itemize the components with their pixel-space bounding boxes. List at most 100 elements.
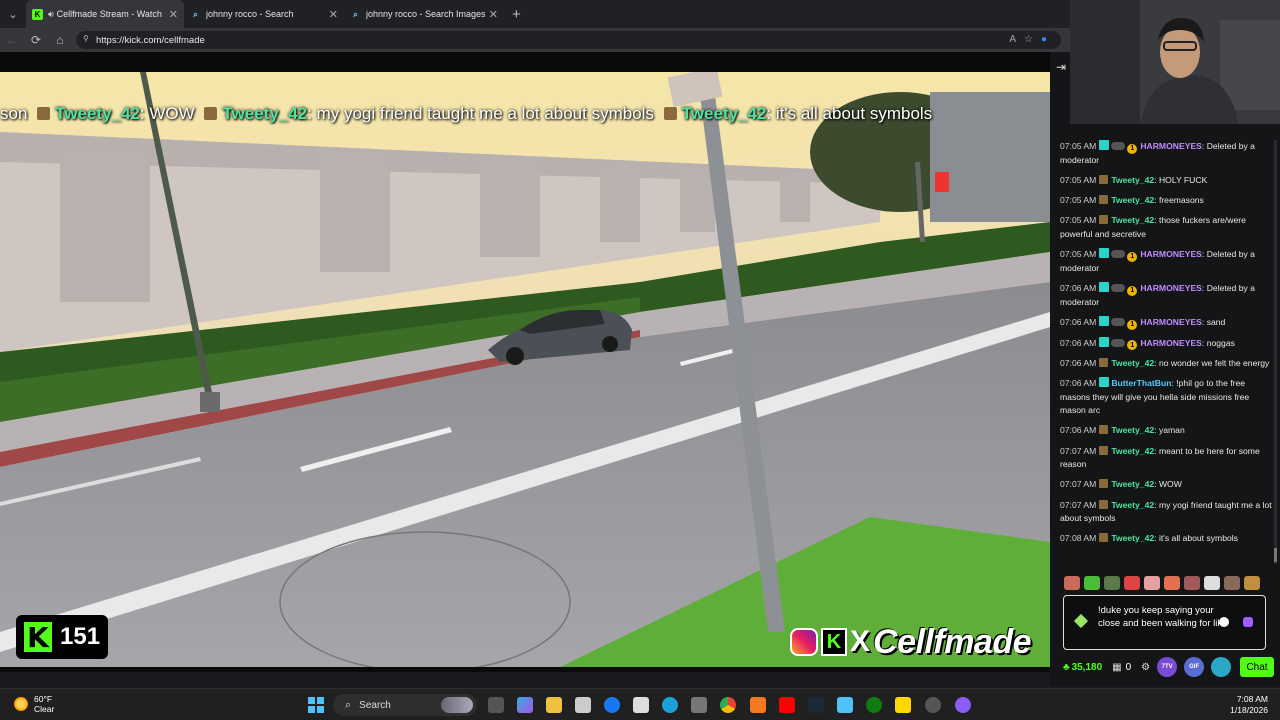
- chat-message: 07:07 AM Tweety_42: meant to be here for …: [1060, 445, 1260, 470]
- chrome-icon[interactable]: [720, 697, 736, 713]
- message-username[interactable]: Tweety_42: [1111, 195, 1154, 205]
- message-time: 07:05 AM: [1060, 215, 1097, 226]
- chat-scrollbar-thumb[interactable]: [1274, 548, 1277, 562]
- message-username[interactable]: Tweety_42: [1111, 358, 1154, 368]
- obs-icon[interactable]: [925, 697, 941, 713]
- emote-icon[interactable]: [1184, 576, 1200, 590]
- emote-icon[interactable]: [1064, 576, 1080, 590]
- close-tab-icon[interactable]: ✕: [329, 8, 338, 21]
- message-username[interactable]: Tweety_42: [1111, 500, 1154, 510]
- ticker-text: WOW: [149, 104, 195, 123]
- gifter-badge-icon: [1111, 284, 1126, 293]
- taskbar-search[interactable]: ⌕ Search: [333, 694, 477, 716]
- store-icon[interactable]: [575, 697, 591, 713]
- message-time: 07:05 AM: [1060, 195, 1097, 206]
- steam-icon[interactable]: [808, 697, 824, 713]
- message-time: 07:06 AM: [1060, 317, 1097, 328]
- emote-icon[interactable]: [1164, 576, 1180, 590]
- chat-message: 07:06 AM ButterThatBun: !phil go to the f…: [1060, 377, 1250, 416]
- edge-browser-icon[interactable]: [662, 697, 678, 713]
- tab-title: johnny rocco - Search Images: [366, 9, 485, 19]
- emote-quick-bar: [1064, 574, 1268, 592]
- message-username[interactable]: Tweety_42: [1111, 425, 1154, 435]
- message-text: freemasons: [1158, 195, 1204, 206]
- file-explorer-icon[interactable]: [546, 697, 562, 713]
- system-clock[interactable]: 7:08 AM 1/18/2026: [1230, 694, 1268, 716]
- message-username[interactable]: Tweety_42: [1111, 175, 1154, 185]
- chat-input[interactable]: !duke you keep saying your close and bee…: [1098, 604, 1228, 646]
- tab-search-menu-icon[interactable]: ⌄: [0, 0, 26, 28]
- chat-send-button[interactable]: Chat: [1240, 657, 1274, 677]
- emote-icon[interactable]: [1144, 576, 1160, 590]
- extension-emote-icon[interactable]: [1243, 617, 1253, 627]
- cube-badge-icon: [1099, 425, 1109, 435]
- amazon-icon[interactable]: [633, 697, 649, 713]
- channel-points[interactable]: ♣ 35,180: [1063, 662, 1102, 673]
- extension-icon[interactable]: ●: [1041, 34, 1047, 45]
- app-icon[interactable]: [837, 697, 853, 713]
- gif-icon[interactable]: GIF: [1184, 657, 1205, 677]
- message-username[interactable]: Tweety_42: [1111, 446, 1154, 456]
- windows-start-icon[interactable]: [308, 697, 324, 713]
- calculator-icon[interactable]: [691, 697, 707, 713]
- site-info-icon[interactable]: ⚲: [83, 34, 89, 43]
- settings-gear-icon[interactable]: ⚙: [1141, 662, 1150, 673]
- message-username[interactable]: HARMONEYES: [1140, 141, 1202, 151]
- chat-scrollbar[interactable]: [1274, 140, 1277, 564]
- message-username[interactable]: ButterThatBun: [1111, 378, 1171, 388]
- tab-johnny-rocco-images[interactable]: ⌕ johnny rocco - Search Images ✕: [344, 0, 504, 28]
- first-badge-icon: 1: [1127, 251, 1138, 262]
- close-tab-icon[interactable]: ✕: [169, 8, 178, 21]
- emoji-picker-icon[interactable]: [1219, 617, 1229, 627]
- refresh-icon[interactable]: ⟳: [24, 28, 48, 52]
- message-username[interactable]: HARMONEYES: [1140, 249, 1202, 259]
- emote-icon[interactable]: [1104, 576, 1120, 590]
- new-tab-icon[interactable]: +: [512, 6, 521, 23]
- close-tab-icon[interactable]: ✕: [489, 8, 498, 21]
- weather-widget[interactable]: 60°F Clear: [14, 694, 54, 714]
- message-username[interactable]: HARMONEYES: [1140, 283, 1202, 293]
- tab-cellfmade-stream[interactable]: K 🔊︎ Cellfmade Stream - Watch Li ✕: [26, 0, 184, 28]
- message-username[interactable]: HARMONEYES: [1140, 338, 1202, 348]
- vlc-icon[interactable]: [750, 697, 766, 713]
- message-username[interactable]: Tweety_42: [1111, 479, 1154, 489]
- subscriber-badge-icon: [1099, 336, 1110, 347]
- cube-badge-icon: [1099, 533, 1109, 543]
- cube-badge-icon: [1099, 445, 1109, 455]
- instagram-icon: [790, 628, 818, 656]
- copilot-icon[interactable]: [517, 697, 533, 713]
- message-text: WOW: [1158, 479, 1182, 490]
- task-view-icon[interactable]: [488, 697, 504, 713]
- chat-input-box[interactable]: !duke you keep saying your close and bee…: [1063, 595, 1266, 650]
- message-username[interactable]: HARMONEYES: [1140, 317, 1202, 327]
- 7tv-icon[interactable]: 7TV: [1157, 657, 1178, 677]
- gift-icon[interactable]: ▦: [1112, 662, 1121, 673]
- gifter-badge-icon: [1111, 338, 1126, 347]
- speaker-icon[interactable]: 🔊︎: [48, 9, 54, 20]
- app-icon[interactable]: [955, 697, 971, 713]
- tab-johnny-rocco-search[interactable]: ⌕ johnny rocco - Search ✕: [184, 0, 344, 28]
- message-time: 07:06 AM: [1060, 357, 1097, 368]
- read-aloud-icon[interactable]: A: [1009, 34, 1016, 45]
- xbox-icon[interactable]: [866, 697, 882, 713]
- emote-icon[interactable]: [1224, 576, 1240, 590]
- gifter-badge-icon: [1111, 142, 1126, 150]
- youtube-icon[interactable]: [779, 697, 795, 713]
- collapse-chat-icon[interactable]: ⇥: [1056, 60, 1066, 74]
- url-field[interactable]: ⚲ https://kick.com/cellfmade A ☆ ●: [76, 31, 1061, 49]
- back-icon[interactable]: ←: [0, 28, 24, 52]
- sticky-notes-icon[interactable]: [895, 697, 911, 713]
- emote-icon[interactable]: [1204, 576, 1220, 590]
- message-username[interactable]: Tweety_42: [1111, 533, 1154, 543]
- message-time: 07:07 AM: [1060, 445, 1097, 456]
- facebook-icon[interactable]: [604, 697, 620, 713]
- video-player[interactable]: son Tweety_42: WOW Tweety_42: my yogi fr…: [0, 52, 1050, 672]
- brand-name: Cellfmade: [873, 622, 1032, 661]
- home-icon[interactable]: ⌂: [48, 28, 72, 52]
- message-username[interactable]: Tweety_42: [1111, 215, 1154, 225]
- extension-icon[interactable]: [1211, 657, 1232, 677]
- favorite-star-icon[interactable]: ☆: [1024, 34, 1033, 45]
- emote-icon[interactable]: [1124, 576, 1140, 590]
- emote-icon[interactable]: [1244, 576, 1260, 590]
- emote-icon[interactable]: [1084, 576, 1100, 590]
